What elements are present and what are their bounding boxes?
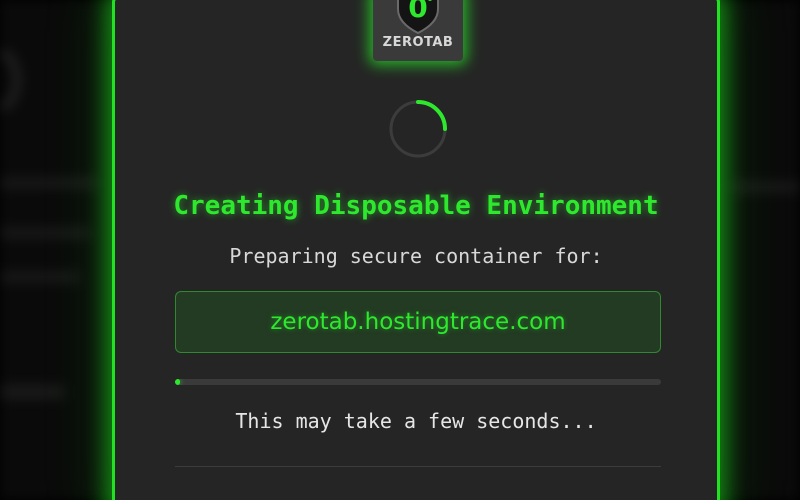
progress-bar [175,379,661,385]
background-text-block [730,182,800,192]
domain-text: zerotab.hostingtrace.com [270,309,566,335]
modal-title: Creating Disposable Environment [173,191,659,221]
background-text-block [0,228,90,238]
background-shape [0,50,20,110]
zerotab-logo: 0 ZEROTAB [373,0,463,61]
shield-glyph: 0 [408,0,427,24]
domain-display: zerotab.hostingtrace.com [175,291,661,353]
background-text-block [0,385,65,399]
loading-spinner-icon [389,100,447,158]
shield-logo-icon: 0 [397,0,439,35]
environment-modal: 0 ZEROTAB Creating Disposable Environmen… [112,0,720,500]
background-text-block [0,272,80,282]
progress-fill [175,379,180,385]
divider [175,466,661,467]
wait-note: This may take a few seconds... [235,409,597,433]
logo-text: ZEROTAB [382,35,454,50]
background-text-block [0,178,100,188]
modal-subtitle: Preparing secure container for: [229,244,603,268]
